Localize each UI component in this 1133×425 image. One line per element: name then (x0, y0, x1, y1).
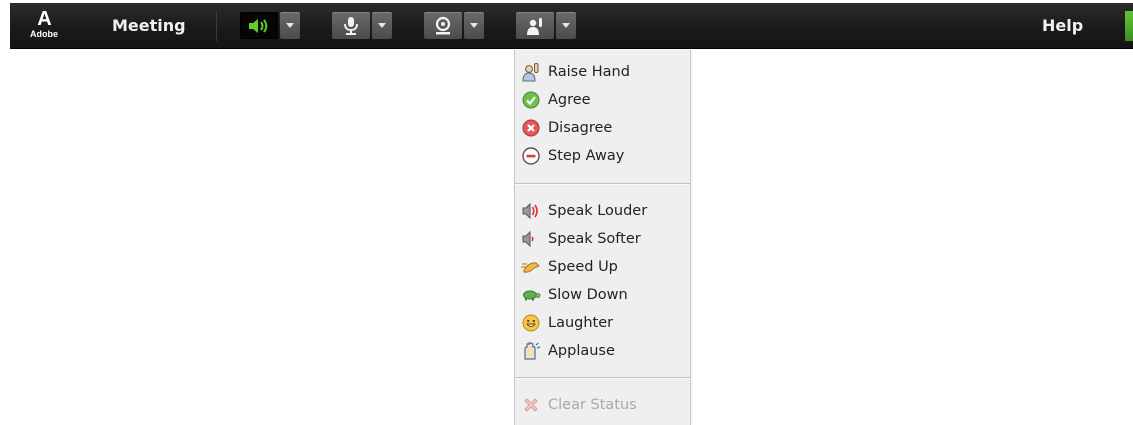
menu-item-step-away[interactable]: Step Away (521, 143, 683, 169)
menu-item-speak-louder[interactable]: Speak Louder (521, 198, 683, 224)
adobe-logo: A Adobe (26, 9, 62, 43)
status-control (516, 12, 576, 39)
speak-softer-icon (521, 229, 541, 249)
menu-item-label: Disagree (548, 120, 613, 136)
help-menu[interactable]: Help (1042, 3, 1083, 48)
slow-down-turtle-icon (521, 285, 541, 305)
microphone-dropdown-button[interactable] (372, 12, 392, 39)
menu-divider (216, 11, 217, 41)
menu-item-label: Speak Softer (548, 231, 641, 247)
disagree-x-icon (521, 118, 541, 138)
microphone-button[interactable] (332, 12, 370, 39)
menu-item-laughter[interactable]: Laughter (521, 310, 683, 336)
chevron-down-icon (562, 23, 570, 28)
adobe-logo-mark: A (37, 8, 51, 30)
menu-item-label: Clear Status (548, 397, 637, 413)
microphone-icon (344, 16, 358, 35)
meeting-menu[interactable]: Meeting (112, 3, 186, 48)
speed-up-icon (521, 257, 541, 277)
menu-item-clear-status[interactable]: Clear Status (521, 392, 683, 418)
menu-item-speed-up[interactable]: Speed Up (521, 254, 683, 280)
menu-item-label: Slow Down (548, 287, 628, 303)
agree-check-icon (521, 90, 541, 110)
webcam-icon (435, 16, 451, 34)
menu-item-label: Speak Louder (548, 203, 648, 219)
applause-icon (521, 341, 541, 361)
chevron-down-icon (378, 23, 386, 28)
menu-item-speak-softer[interactable]: Speak Softer (521, 226, 683, 252)
clear-status-icon (521, 395, 541, 415)
menu-item-label: Raise Hand (548, 64, 630, 80)
top-area: A Adobe Meeting Help (0, 0, 1133, 50)
camera-control (424, 12, 484, 39)
speak-louder-icon (521, 201, 541, 221)
speaker-dropdown-button[interactable] (280, 12, 300, 39)
menu-item-label: Laughter (548, 315, 614, 331)
adobe-logo-word: Adobe (30, 29, 58, 39)
menu-item-applause[interactable]: Applause (521, 338, 683, 364)
menu-item-slow-down[interactable]: Slow Down (521, 282, 683, 308)
chevron-down-icon (286, 23, 294, 28)
menu-item-raise-hand[interactable]: Raise Hand (521, 59, 683, 85)
speaker-control (240, 12, 300, 39)
chevron-down-icon (470, 23, 478, 28)
menu-item-agree[interactable]: Agree (521, 87, 683, 113)
menu-item-label: Applause (548, 343, 615, 359)
status-menu: Raise Hand Agree Disagree Step Away Spea… (514, 50, 691, 425)
camera-dropdown-button[interactable] (464, 12, 484, 39)
status-indicator (1125, 11, 1133, 41)
menu-bar: A Adobe Meeting Help (10, 3, 1133, 49)
menu-separator (515, 377, 690, 378)
camera-button[interactable] (424, 12, 462, 39)
menu-item-label: Step Away (548, 148, 625, 164)
status-button[interactable] (516, 12, 554, 39)
raise-hand-icon (521, 62, 541, 82)
menu-item-disagree[interactable]: Disagree (521, 115, 683, 141)
speaker-on-icon (249, 18, 268, 33)
menu-item-label: Speed Up (548, 259, 618, 275)
step-away-icon (521, 146, 541, 166)
microphone-control (332, 12, 392, 39)
status-dropdown-button[interactable] (556, 12, 576, 39)
menu-separator (515, 183, 690, 184)
raise-hand-icon (527, 17, 542, 35)
menu-item-label: Agree (548, 92, 591, 108)
speaker-button[interactable] (240, 12, 278, 39)
laughter-smiley-icon (521, 313, 541, 333)
